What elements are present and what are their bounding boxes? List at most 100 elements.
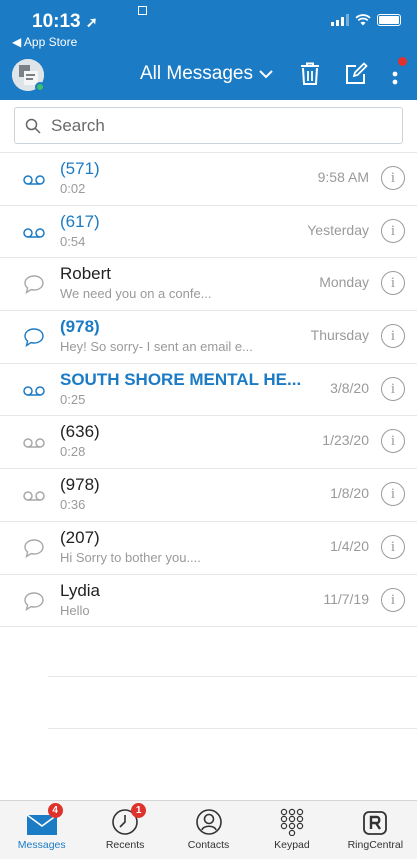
tab-badge: 4: [47, 803, 63, 818]
bottom-tab-bar: 4 Messages 1 Recents Contacts Keypad Rin…: [0, 800, 417, 859]
contact-name: SOUTH SHORE MENTAL HE...: [60, 369, 302, 389]
text-message-icon-wrap: [23, 327, 45, 352]
compose-icon[interactable]: [344, 62, 368, 86]
info-icon[interactable]: i: [381, 429, 405, 454]
message-row[interactable]: SOUTH SHORE MENTAL HE... 0:25 3/8/20 i: [0, 364, 417, 417]
contact-name: (978): [60, 317, 100, 337]
contact-name: Robert: [60, 264, 112, 284]
empty-row-divider: [48, 676, 417, 677]
message-preview: 0:02: [60, 181, 86, 196]
wifi-icon: [355, 14, 371, 26]
contact-name: (636): [60, 422, 100, 442]
empty-row-divider: [48, 728, 417, 729]
voicemail-icon-wrap: [23, 384, 45, 402]
tab-recents[interactable]: 1 Recents: [83, 801, 166, 859]
message-filter-dropdown[interactable]: All Messages: [140, 63, 273, 85]
text-message-icon: [24, 591, 44, 611]
info-icon[interactable]: i: [381, 271, 405, 296]
ringcentral-icon-wrap: [362, 808, 388, 836]
tab-label: Contacts: [187, 839, 230, 851]
contact-name: (207): [60, 527, 100, 547]
presence-status-dot: [35, 82, 45, 92]
signal-icon: [331, 14, 349, 26]
message-time: 11/7/19: [323, 590, 369, 607]
search-bar[interactable]: [14, 107, 403, 144]
message-preview: 0:28: [60, 444, 86, 460]
message-list: (571) 0:02 9:58 AM i (617) 0:54 Yesterda…: [0, 152, 417, 628]
ringcentral-icon: [363, 811, 388, 835]
battery-icon: [377, 14, 401, 26]
voicemail-icon-wrap: [23, 436, 45, 454]
message-preview: Hi Sorry to bother you....: [60, 549, 201, 565]
text-message-icon-wrap: [23, 591, 45, 616]
voicemail-icon-wrap: [23, 489, 45, 507]
back-to-app-store[interactable]: ◀ App Store: [12, 35, 77, 49]
tab-ringcentral[interactable]: RingCentral: [334, 801, 417, 859]
contact-icon: [195, 809, 222, 835]
message-preview: Hey! So sorry- I sent an email e...: [60, 339, 253, 355]
contact-icon-wrap: [195, 808, 223, 836]
message-time: Thursday: [310, 327, 369, 344]
message-preview: 0:25: [60, 391, 86, 407]
voicemail-icon: [23, 438, 45, 449]
message-time: Monday: [319, 274, 369, 291]
screen-recording-indicator: [138, 6, 147, 15]
text-message-icon-wrap: [23, 538, 45, 563]
info-icon[interactable]: i: [381, 324, 405, 349]
tab-keypad[interactable]: Keypad: [250, 801, 333, 859]
message-time: 1/8/20: [330, 485, 369, 502]
text-message-icon: [24, 275, 44, 295]
keypad-icon-wrap: [278, 808, 306, 836]
message-time: 1/4/20: [330, 537, 369, 554]
info-icon[interactable]: i: [381, 166, 405, 190]
message-row[interactable]: (207) Hi Sorry to bother you.... 1/4/20 …: [0, 522, 417, 575]
info-icon[interactable]: i: [381, 587, 405, 612]
voicemail-icon: [23, 386, 45, 396]
message-preview: Hello: [60, 602, 90, 618]
voicemail-icon: [23, 227, 45, 238]
message-row[interactable]: (636) 0:28 1/23/20 i: [0, 416, 417, 470]
message-row[interactable]: (617) 0:54 Yesterday i: [0, 206, 417, 259]
message-row[interactable]: (978) Hey! So sorry- I sent an email e..…: [0, 311, 417, 364]
keypad-icon: [280, 808, 304, 836]
info-icon[interactable]: i: [381, 218, 405, 243]
contact-name: Lydia: [60, 580, 101, 600]
app-header: 10:13 ➚ ◀ App Store All Messages: [0, 0, 417, 100]
contact-name: (617): [60, 211, 100, 231]
status-indicators: [331, 14, 401, 26]
trash-icon[interactable]: [299, 62, 321, 86]
tab-messages[interactable]: 4 Messages: [0, 801, 83, 859]
voicemail-icon: [23, 491, 45, 501]
tab-badge: 1: [131, 803, 147, 818]
info-icon[interactable]: i: [381, 376, 405, 401]
message-preview: 0:36: [60, 497, 86, 513]
status-time: 10:13 ➚: [32, 11, 98, 33]
status-time-text: 10:13: [32, 11, 81, 32]
message-row[interactable]: Lydia Hello 11/7/19 i: [0, 575, 417, 628]
header-title: All Messages: [140, 63, 253, 84]
notification-dot: [398, 57, 407, 66]
tab-label: Messages: [17, 839, 66, 851]
voicemail-icon-wrap: [23, 173, 45, 191]
search-input[interactable]: [51, 115, 402, 136]
text-message-icon-wrap: [23, 274, 45, 299]
more-options-icon[interactable]: [392, 63, 398, 85]
message-row[interactable]: (978) 0:36 1/8/20 i: [0, 469, 417, 522]
info-icon[interactable]: i: [381, 482, 405, 507]
message-preview: We need you on a confe...: [60, 286, 212, 302]
contact-name: (571): [60, 159, 100, 178]
text-message-icon: [24, 328, 44, 348]
location-arrow-icon: ➚: [85, 14, 98, 30]
tab-label: Recents: [105, 839, 145, 851]
tab-label: Keypad: [274, 839, 310, 851]
message-time: 3/8/20: [330, 379, 369, 396]
message-time: 9:58 AM: [317, 169, 369, 185]
message-row[interactable]: (571) 0:02 9:58 AM i: [0, 153, 417, 206]
info-icon[interactable]: i: [381, 534, 405, 559]
text-message-icon: [24, 539, 44, 558]
message-row[interactable]: Robert We need you on a confe... Monday …: [0, 258, 417, 312]
tab-contacts[interactable]: Contacts: [167, 801, 250, 859]
voicemail-icon: [23, 175, 45, 185]
message-preview: 0:54: [60, 233, 86, 249]
voicemail-icon-wrap: [23, 226, 45, 244]
